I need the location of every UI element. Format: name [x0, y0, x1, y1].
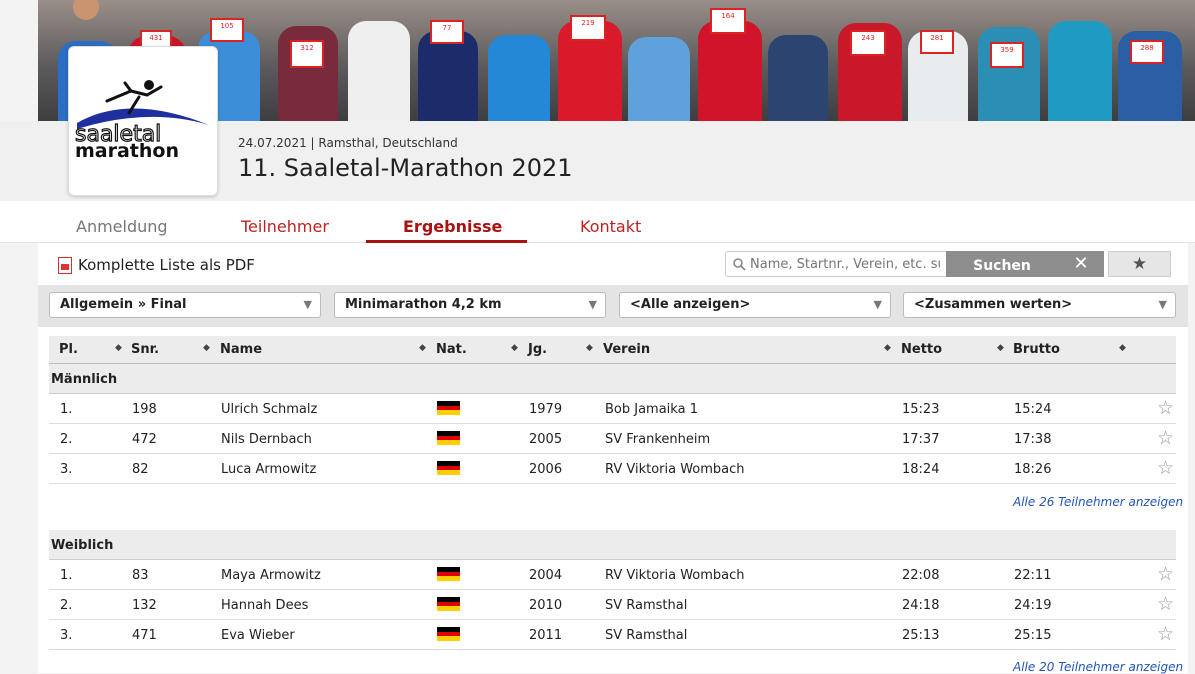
results-table-header: Pl. ◆ Snr. ◆ Name ◆ Nat. ◆ Jg. ◆ Verein … [49, 336, 1176, 364]
show-all-female-link[interactable]: Alle 20 Teilnehmer anzeigen [1013, 660, 1183, 674]
column-header-year[interactable]: Jg. [528, 342, 547, 357]
favorites-button[interactable]: ★ [1108, 251, 1171, 277]
germany-flag-icon [437, 567, 460, 581]
svg-text:marathon: marathon [75, 140, 179, 162]
table-row[interactable]: 1. 83 Maya Armowitz 2004 RV Viktoria Wom… [49, 560, 1176, 590]
participant-name[interactable]: Nils Dernbach [221, 432, 312, 447]
group-header-female: Weiblich [49, 530, 1176, 560]
participant-name[interactable]: Eva Wieber [221, 628, 295, 643]
sort-icon[interactable]: ◆ [1119, 343, 1126, 353]
table-row[interactable]: 3. 471 Eva Wieber 2011 SV Ramsthal 25:13… [49, 620, 1176, 650]
column-header-place[interactable]: Pl. [59, 342, 78, 357]
table-row[interactable]: 2. 132 Hannah Dees 2010 SV Ramsthal 24:1… [49, 590, 1176, 620]
event-location: Ramsthal, Deutschland [318, 136, 458, 150]
tab-teilnehmer[interactable]: Teilnehmer [241, 217, 329, 236]
sort-icon[interactable]: ◆ [115, 343, 122, 353]
favorite-star-icon[interactable]: ☆ [1157, 623, 1174, 645]
sort-icon[interactable]: ◆ [884, 343, 891, 353]
favorite-star-icon[interactable]: ☆ [1157, 427, 1174, 449]
germany-flag-icon [437, 597, 460, 611]
group-header-male: Männlich [49, 364, 1176, 394]
participant-name[interactable]: Luca Armowitz [221, 462, 316, 477]
tab-kontakt[interactable]: Kontakt [580, 217, 641, 236]
search-input[interactable] [750, 256, 940, 272]
favorite-star-icon[interactable]: ☆ [1157, 563, 1174, 585]
marathon-logo-icon: saaletal marathon [74, 80, 209, 162]
event-meta: 24.07.2021 | Ramsthal, Deutschland [238, 136, 458, 150]
participant-name[interactable]: Hannah Dees [221, 598, 308, 613]
column-header-bib[interactable]: Snr. [131, 342, 159, 357]
filter-contest-select[interactable]: Allgemein » Final ▼ [49, 292, 321, 318]
close-icon: ✕ [1073, 253, 1089, 274]
table-row[interactable]: 2. 472 Nils Dernbach 2005 SV Frankenheim… [49, 424, 1176, 454]
star-icon: ★ [1131, 254, 1148, 274]
filter-ranking-select[interactable]: <Zusammen werten> ▼ [903, 292, 1176, 318]
column-header-net-time[interactable]: Netto [901, 342, 942, 357]
column-header-club[interactable]: Verein [603, 342, 650, 357]
germany-flag-icon [437, 431, 460, 445]
chevron-down-icon: ▼ [873, 298, 882, 311]
filter-race-select[interactable]: Minimarathon 4,2 km ▼ [334, 292, 606, 318]
pdf-icon [58, 256, 72, 274]
participant-name[interactable]: Maya Armowitz [221, 568, 321, 583]
chevron-down-icon: ▼ [588, 298, 597, 311]
germany-flag-icon [437, 461, 460, 475]
show-all-male-link[interactable]: Alle 26 Teilnehmer anzeigen [1013, 495, 1183, 509]
favorite-star-icon[interactable]: ☆ [1157, 457, 1174, 479]
sort-icon[interactable]: ◆ [997, 343, 1004, 353]
column-header-name[interactable]: Name [220, 342, 262, 357]
search-field[interactable] [725, 251, 947, 277]
column-header-nation[interactable]: Nat. [436, 342, 467, 357]
search-icon [733, 258, 746, 271]
event-date: 24.07.2021 [238, 136, 307, 150]
sort-icon[interactable]: ◆ [203, 343, 210, 353]
pdf-download-link[interactable]: Komplette Liste als PDF [58, 256, 255, 274]
favorite-star-icon[interactable]: ☆ [1157, 397, 1174, 419]
pdf-link-label: Komplette Liste als PDF [78, 256, 255, 274]
event-logo: saaletal marathon [68, 46, 218, 196]
search-button[interactable]: Suchen [946, 251, 1058, 277]
favorite-star-icon[interactable]: ☆ [1157, 593, 1174, 615]
table-row[interactable]: 1. 198 Ulrich Schmalz 1979 Bob Jamaika 1… [49, 394, 1176, 424]
chevron-down-icon: ▼ [303, 298, 312, 311]
table-row[interactable]: 3. 82 Luca Armowitz 2006 RV Viktoria Wom… [49, 454, 1176, 484]
page-title: 11. Saaletal-Marathon 2021 [238, 154, 573, 182]
tab-anmeldung[interactable]: Anmeldung [76, 217, 168, 236]
clear-search-button[interactable]: ✕ [1058, 251, 1104, 277]
sort-icon[interactable]: ◆ [511, 343, 518, 353]
tab-bar: Anmeldung Teilnehmer Ergebnisse Kontakt [0, 201, 1195, 243]
filter-category-select[interactable]: <Alle anzeigen> ▼ [619, 292, 891, 318]
germany-flag-icon [437, 627, 460, 641]
tab-ergebnisse[interactable]: Ergebnisse [403, 217, 502, 236]
participant-name[interactable]: Ulrich Schmalz [221, 402, 317, 417]
chevron-down-icon: ▼ [1158, 298, 1167, 311]
sort-icon[interactable]: ◆ [419, 343, 426, 353]
column-header-gross-time[interactable]: Brutto [1013, 342, 1060, 357]
germany-flag-icon [437, 401, 460, 415]
sort-icon[interactable]: ◆ [586, 343, 593, 353]
